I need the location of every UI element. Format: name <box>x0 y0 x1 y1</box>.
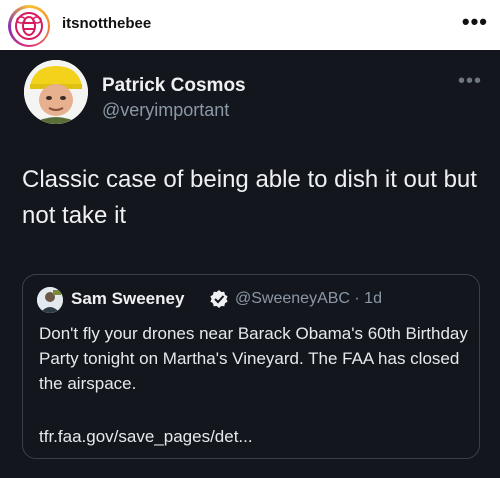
quoted-author-handle[interactable]: @SweeneyABC · 1d <box>235 290 382 308</box>
quoted-tweet[interactable]: Sam Sweeney @SweeneyABC · 1d Don't fly y… <box>22 274 480 459</box>
account-username[interactable]: itsnotthebee <box>62 15 151 32</box>
more-options-icon[interactable]: ••• <box>462 9 488 35</box>
author-avatar[interactable] <box>24 60 88 124</box>
bee-logo-icon <box>15 12 43 40</box>
author-photo-icon <box>24 60 88 124</box>
tweet-more-icon[interactable]: ••• <box>458 70 482 93</box>
tweet-card: Patrick Cosmos @veryimportant ••• Classi… <box>0 50 500 478</box>
account-avatar[interactable] <box>8 5 50 47</box>
verified-badge-icon <box>210 290 228 308</box>
quoted-author-photo-icon <box>37 287 63 313</box>
author-name[interactable]: Patrick Cosmos <box>102 75 246 97</box>
quoted-tweet-text: Don't fly your drones near Barack Obama'… <box>39 324 468 393</box>
instagram-post-header: itsnotthebee ••• <box>0 0 500 50</box>
tweet-text: Classic case of being able to dish it ou… <box>22 166 477 229</box>
quoted-author-name[interactable]: Sam Sweeney <box>71 289 184 309</box>
quoted-author-avatar[interactable] <box>37 287 63 313</box>
author-handle[interactable]: @veryimportant <box>102 100 229 121</box>
quoted-tweet-link[interactable]: tfr.faa.gov/save_pages/det... <box>39 427 253 447</box>
